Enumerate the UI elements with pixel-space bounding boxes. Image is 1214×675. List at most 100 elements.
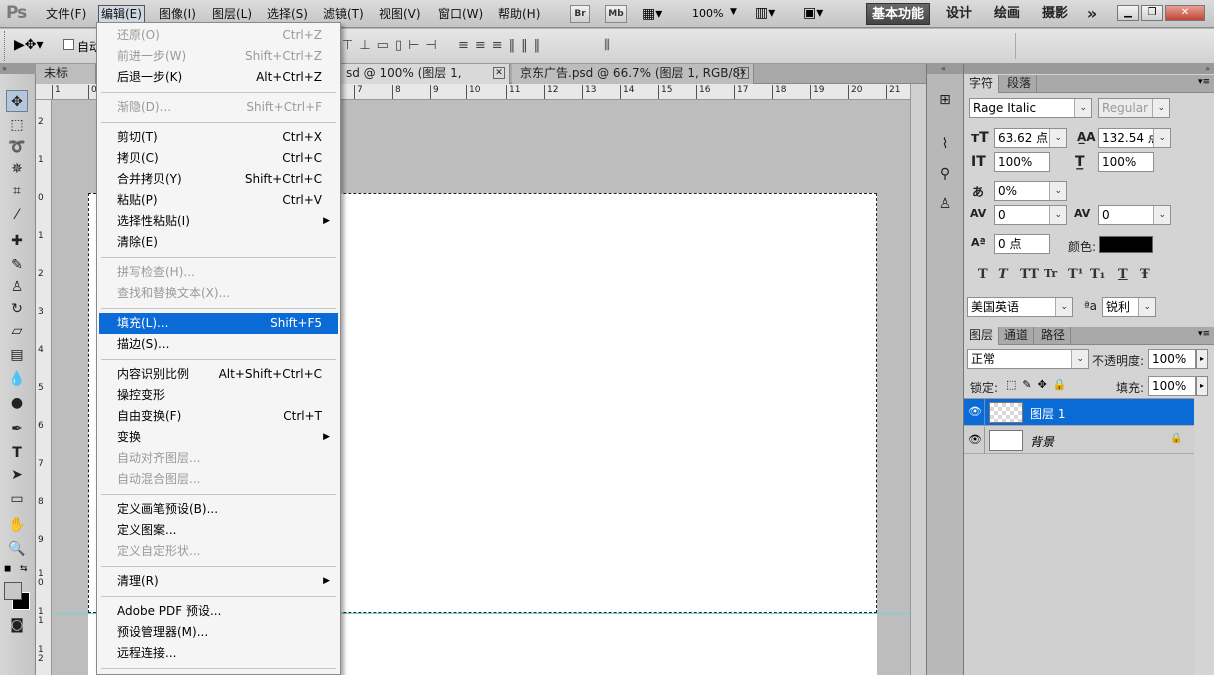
shape-tool-icon[interactable]: ▭ — [6, 488, 28, 510]
menu-window[interactable]: 窗口(W) — [436, 5, 485, 23]
vertical-scale-field[interactable]: 100% — [994, 152, 1050, 172]
zoom-tool-icon[interactable]: 🔍 — [6, 538, 28, 560]
vertical-scrollbar[interactable] — [910, 84, 926, 675]
foreground-color-swatch[interactable] — [4, 582, 22, 600]
menu-image[interactable]: 图像(I) — [157, 5, 198, 23]
edit-menu-item[interactable]: 操控变形 — [99, 385, 338, 406]
opacity-field[interactable]: 100% — [1148, 349, 1196, 369]
zoom-level[interactable]: 100% — [692, 7, 723, 20]
menu-filter[interactable]: 滤镜(T) — [321, 5, 366, 23]
faux-bold-button[interactable]: T — [978, 267, 988, 282]
swap-colors-icon[interactable]: ⇆ — [20, 564, 28, 574]
superscript-button[interactable]: T¹ — [1068, 267, 1083, 282]
quick-select-tool-icon[interactable]: ✵ — [6, 158, 28, 180]
leading-field[interactable]: 132.54 点 ⌄ — [1098, 128, 1171, 148]
close-icon[interactable]: ✕ — [1165, 5, 1205, 21]
pen-tool-icon[interactable]: ✒ — [6, 418, 28, 440]
gradient-tool-icon[interactable]: ▤ — [6, 344, 28, 366]
edit-menu-item[interactable]: 定义画笔预设(B)... — [99, 499, 338, 520]
tab-channels[interactable]: 通道 — [999, 327, 1035, 345]
brush-tool-icon[interactable]: ✎ — [6, 254, 28, 276]
marquee-tool-icon[interactable]: ⬚ — [6, 114, 28, 136]
language-select[interactable]: 美国英语 ⌄ — [967, 297, 1073, 317]
restore-icon[interactable]: ❐ — [1141, 5, 1163, 21]
auto-align-icon[interactable]: ⫼ — [604, 38, 610, 53]
tab-close-icon[interactable]: ✕ — [493, 67, 505, 79]
mini-bridge-button[interactable]: Mb — [605, 5, 627, 23]
type-tool-icon[interactable]: T — [6, 442, 28, 464]
tab-paragraph[interactable]: 段落 — [1002, 75, 1038, 93]
crop-tool-icon[interactable]: ⌗ — [6, 180, 28, 202]
view-extras-icon[interactable]: ▦▾ — [642, 6, 662, 22]
font-style-select[interactable]: Regular ⌄ — [1098, 98, 1170, 118]
menu-file[interactable]: 文件(F) — [44, 5, 88, 23]
edit-menu-item[interactable]: 选择性粘贴(I) ▶ — [99, 211, 338, 232]
screen-mode-icon[interactable]: ▣▾ — [803, 5, 823, 21]
edit-menu-item[interactable]: 拷贝(C) Ctrl+C — [99, 148, 338, 169]
visibility-eye-icon[interactable]: 👁 — [968, 433, 982, 446]
align-buttons-icon[interactable]: ⊤⊥▭▯⊢⊣ — [342, 38, 443, 53]
clone-stamp-tool-icon[interactable]: ♙ — [6, 276, 28, 298]
history-panel-icon[interactable]: ⊞ — [935, 90, 955, 110]
bridge-button[interactable]: Br — [570, 5, 590, 23]
edit-menu-item[interactable]: 清理(R) ▶ — [99, 571, 338, 592]
workspace-painting[interactable]: 绘画 — [988, 3, 1026, 25]
layer-row[interactable]: 👁 背景 🔒 — [964, 427, 1194, 454]
distribute-buttons-icon[interactable]: ≡≡≡‖‖‖ — [458, 38, 546, 53]
fill-field[interactable]: 100% — [1148, 376, 1196, 396]
panel-collapse-icon[interactable]: » — [1205, 64, 1210, 73]
more-workspaces-button[interactable]: » — [1082, 3, 1102, 25]
edit-menu-item[interactable]: 远程连接... — [99, 643, 338, 664]
menu-edit[interactable]: 编辑(E) — [98, 5, 145, 23]
subscript-button[interactable]: T₁ — [1090, 267, 1105, 282]
default-colors-icon[interactable]: ◼ — [4, 564, 11, 574]
workspace-photography[interactable]: 摄影 — [1036, 3, 1074, 25]
small-caps-button[interactable]: Tr — [1044, 267, 1057, 280]
toolbox-collapse-icon[interactable]: » — [0, 64, 36, 74]
lasso-tool-icon[interactable]: ➰ — [6, 136, 28, 158]
workspace-essentials[interactable]: 基本功能 — [866, 3, 930, 25]
tab-untitled-1[interactable]: 未标题-1 — [36, 64, 96, 84]
blur-tool-icon[interactable]: 💧 — [6, 368, 28, 390]
edit-menu-item[interactable]: 内容识别比例 Alt+Shift+Ctrl+C — [99, 364, 338, 385]
dodge-tool-icon[interactable]: ● — [6, 392, 28, 414]
eraser-tool-icon[interactable]: ▱ — [6, 320, 28, 342]
horizontal-scale-field[interactable]: 100% — [1098, 152, 1154, 172]
zoom-dropdown-icon[interactable]: ▼ — [730, 7, 737, 17]
edit-menu-item[interactable]: 后退一步(K) Alt+Ctrl+Z — [99, 67, 338, 88]
layer-row[interactable]: 👁 图层 1 — [964, 399, 1194, 426]
history-brush-tool-icon[interactable]: ↻ — [6, 298, 28, 320]
underline-button[interactable]: T — [1118, 267, 1128, 282]
lock-buttons-icon[interactable]: ⬚✎✥🔒 — [1006, 378, 1073, 391]
quick-mask-icon[interactable]: ◙ — [6, 614, 28, 636]
layers-panel-menu-icon[interactable]: ▾≡ — [1198, 329, 1210, 339]
brush-panel-icon[interactable]: ⌇ — [935, 134, 955, 154]
tab-jd-ad[interactable]: 京东广告.psd @ 66.7% (图层 1, RGB/8) ✕ — [512, 64, 754, 84]
menu-view[interactable]: 视图(V) — [377, 5, 423, 23]
edit-menu-item[interactable]: Adobe PDF 预设... — [99, 601, 338, 622]
tab-close-icon[interactable]: ✕ — [737, 67, 749, 79]
edit-menu-item[interactable]: 变换 ▶ — [99, 427, 338, 448]
edit-menu-item[interactable]: 预设管理器(M)... — [99, 622, 338, 643]
eyedropper-tool-icon[interactable]: ⁄ — [6, 204, 28, 226]
hand-tool-icon[interactable]: ✋ — [6, 514, 28, 536]
menu-help[interactable]: 帮助(H) — [496, 5, 542, 23]
brush-presets-icon[interactable]: ⚲ — [935, 164, 955, 184]
tab-layers[interactable]: 图层 — [964, 327, 1000, 345]
character-panel-menu-icon[interactable]: ▾≡ — [1198, 77, 1210, 87]
tab-document-2[interactable]: sd @ 100% (图层 1, RGB/8) ✕ — [338, 64, 510, 99]
font-family-select[interactable]: Rage Italic ⌄ — [969, 98, 1092, 118]
tracking-field[interactable]: 0 ⌄ — [1098, 205, 1171, 225]
tsume-field[interactable]: 0% ⌄ — [994, 181, 1067, 201]
font-size-field[interactable]: 63.62 点 ⌄ — [994, 128, 1067, 148]
fill-slider-icon[interactable]: ▸ — [1196, 376, 1208, 396]
move-tool-icon[interactable]: ✥ — [6, 90, 28, 112]
blend-mode-select[interactable]: 正常 ⌄ — [967, 349, 1089, 369]
arrange-documents-icon[interactable]: ▥▾ — [755, 5, 775, 21]
tab-character[interactable]: 字符 — [964, 75, 1000, 93]
baseline-shift-field[interactable]: 0 点 — [994, 234, 1050, 254]
faux-italic-button[interactable]: T — [998, 267, 1008, 282]
edit-menu-item[interactable]: 合并拷贝(Y) Shift+Ctrl+C — [99, 169, 338, 190]
edit-menu-item[interactable]: 填充(L)... Shift+F5 — [99, 313, 338, 334]
kerning-field[interactable]: 0 ⌄ — [994, 205, 1067, 225]
